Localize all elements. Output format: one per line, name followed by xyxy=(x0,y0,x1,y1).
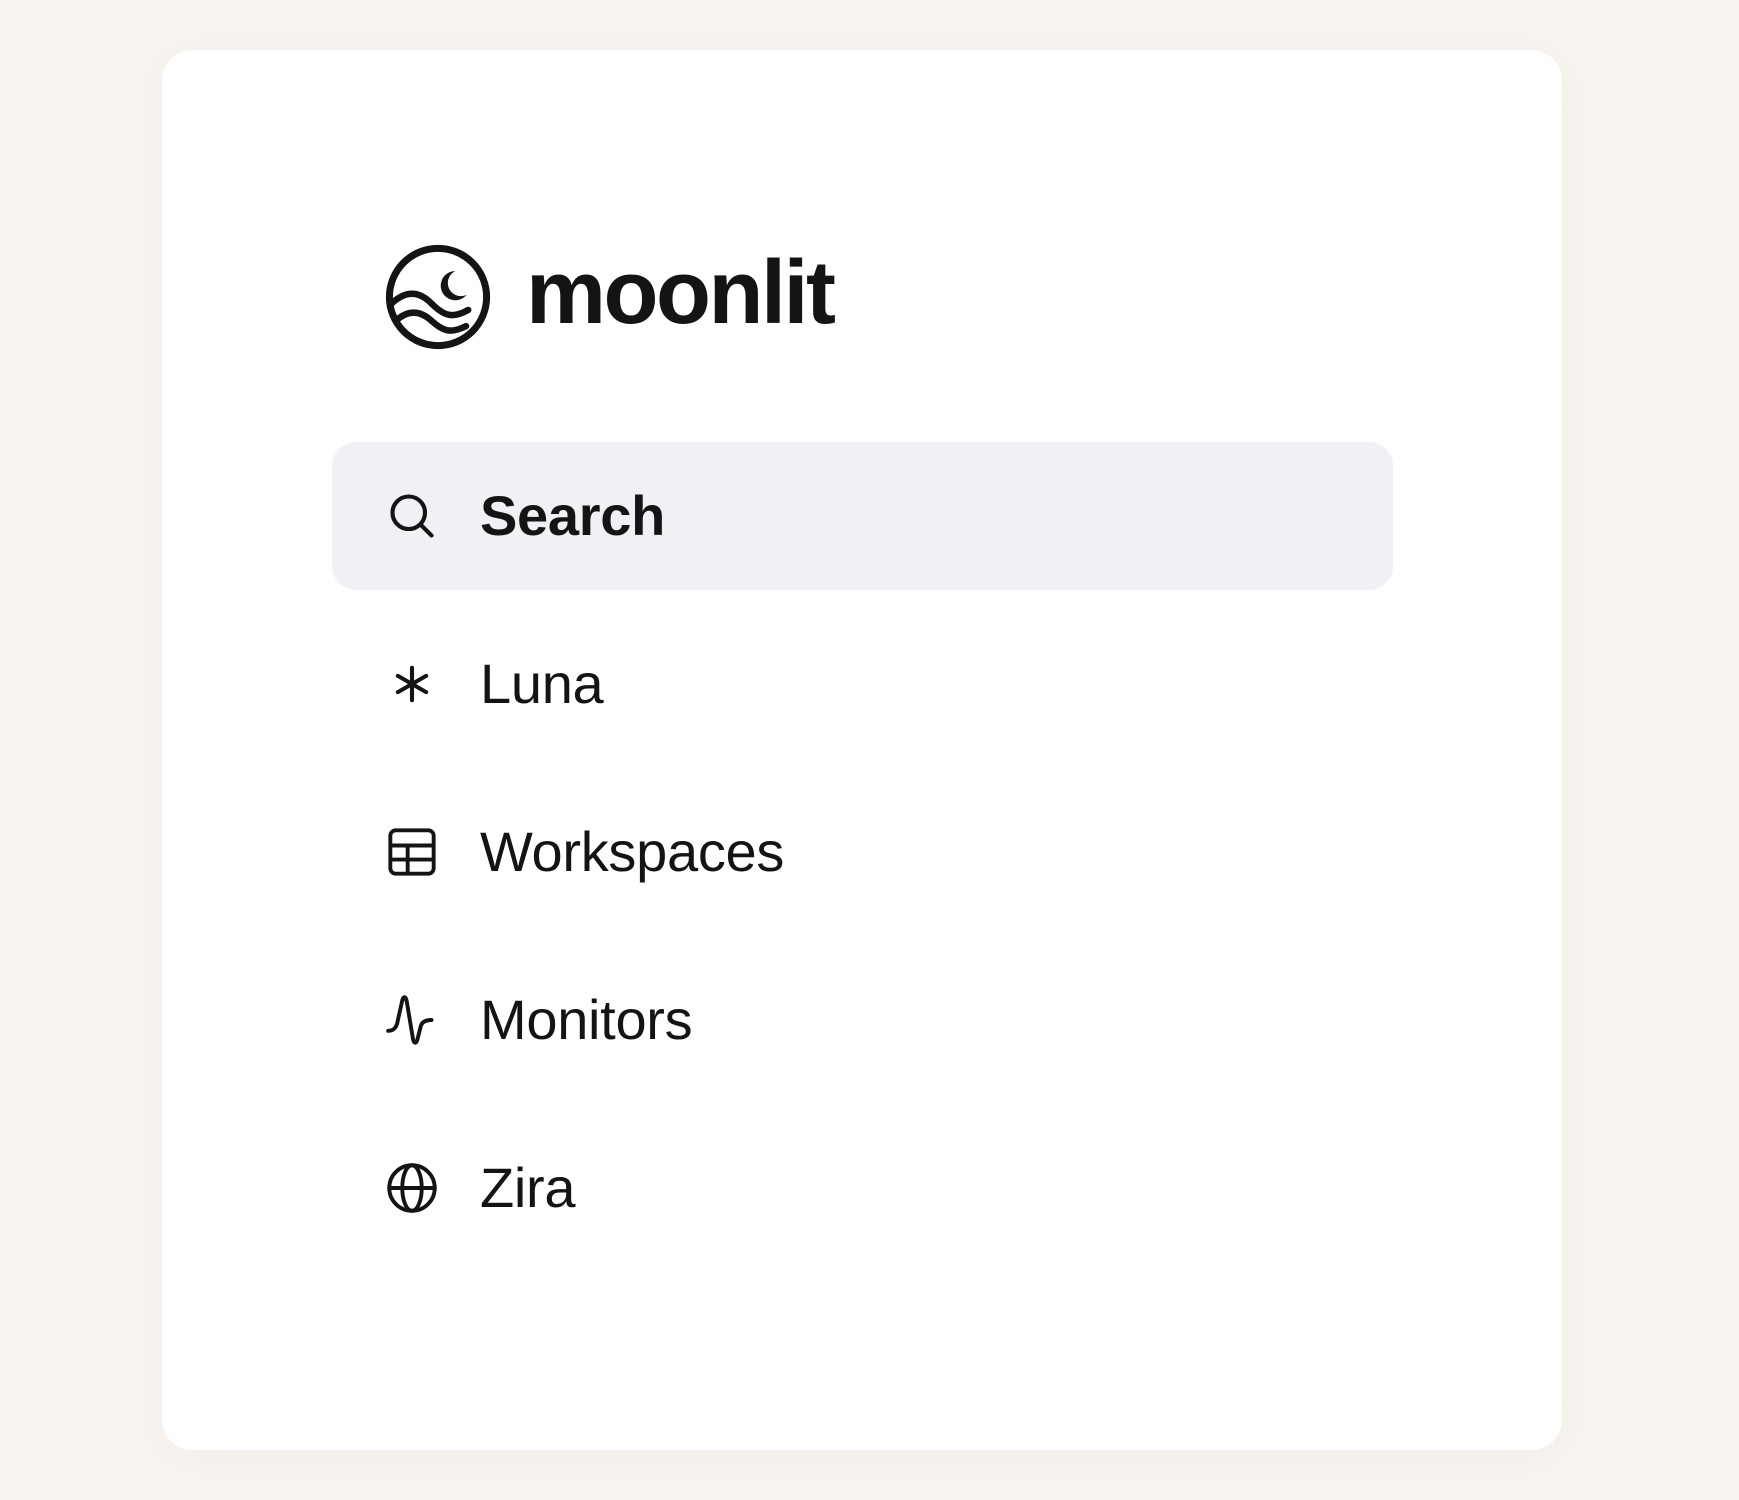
sidebar-nav: Search Luna Workspaces Monitors Zira xyxy=(332,442,1393,1282)
moonlit-logo-icon xyxy=(384,243,492,351)
nav-item-monitors[interactable]: Monitors xyxy=(332,946,1393,1094)
nav-item-label: Workspaces xyxy=(480,820,785,883)
sidebar-card: moonlit Search Luna Workspaces Monitors … xyxy=(162,50,1562,1450)
nav-item-search[interactable]: Search xyxy=(332,442,1393,590)
search-icon xyxy=(386,490,438,542)
globe-icon xyxy=(386,1162,438,1214)
asterisk-icon xyxy=(386,658,438,710)
nav-item-label: Luna xyxy=(480,652,604,715)
brand-name: moonlit xyxy=(526,243,836,343)
nav-item-label: Monitors xyxy=(480,988,693,1051)
nav-item-label: Zira xyxy=(480,1156,576,1219)
nav-item-luna[interactable]: Luna xyxy=(332,610,1393,758)
nav-item-zira[interactable]: Zira xyxy=(332,1114,1393,1262)
activity-pulse-icon xyxy=(386,994,438,1046)
nav-item-label: Search xyxy=(480,484,665,547)
nav-item-workspaces[interactable]: Workspaces xyxy=(332,778,1393,926)
grid-table-icon xyxy=(386,826,438,878)
brand-header[interactable]: moonlit xyxy=(384,242,836,352)
